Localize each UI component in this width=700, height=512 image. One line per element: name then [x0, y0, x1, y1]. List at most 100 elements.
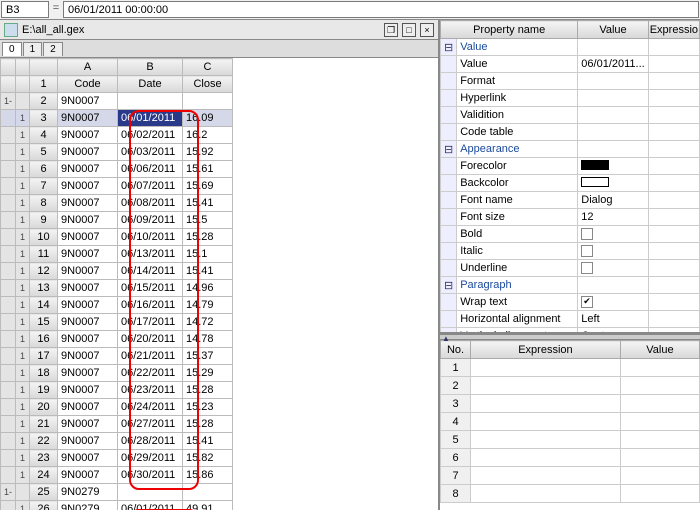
cell-code[interactable]: 9N0007	[58, 144, 118, 161]
cell-close[interactable]: 16.2	[183, 127, 233, 144]
cell-code[interactable]: 9N0007	[58, 348, 118, 365]
cell-code[interactable]: 9N0007	[58, 382, 118, 399]
maximize-window-icon[interactable]: □	[402, 23, 416, 37]
tree-cell[interactable]	[1, 399, 16, 416]
cell-date[interactable]: 06/24/2011	[118, 399, 183, 416]
prop-value[interactable]	[578, 260, 648, 277]
table-row[interactable]: 1179N000706/21/201115.37	[1, 348, 233, 365]
cell-code[interactable]: 9N0279	[58, 484, 118, 501]
cell-date[interactable]: 06/28/2011	[118, 433, 183, 450]
expr-cell[interactable]	[471, 359, 621, 377]
color-swatch[interactable]	[581, 160, 609, 170]
cell-date[interactable]: 06/02/2011	[118, 127, 183, 144]
tree-cell[interactable]	[1, 314, 16, 331]
tab-2[interactable]: 2	[43, 42, 63, 56]
cell-code[interactable]: 9N0007	[58, 297, 118, 314]
cell-date[interactable]: 06/06/2011	[118, 161, 183, 178]
prop-value[interactable]: Dialog	[578, 192, 648, 209]
cell-close[interactable]: 15.86	[183, 467, 233, 484]
row-header[interactable]: 13	[30, 280, 58, 297]
row-header[interactable]: 2	[30, 93, 58, 110]
row-header[interactable]: 22	[30, 433, 58, 450]
cell-close[interactable]	[183, 93, 233, 110]
row-header[interactable]: 7	[30, 178, 58, 195]
cell-code[interactable]: 9N0007	[58, 195, 118, 212]
cell-date[interactable]	[118, 484, 183, 501]
tree-cell[interactable]	[1, 212, 16, 229]
table-row[interactable]: 1239N000706/29/201115.82	[1, 450, 233, 467]
cell-close[interactable]: 14.96	[183, 280, 233, 297]
cell-reference-input[interactable]: B3	[1, 1, 49, 18]
cell-date[interactable]: 06/07/2011	[118, 178, 183, 195]
expand-icon[interactable]: ⊟	[441, 277, 457, 294]
tree-cell[interactable]	[1, 416, 16, 433]
row-header[interactable]: 15	[30, 314, 58, 331]
expr-cell[interactable]	[471, 413, 621, 431]
table-row[interactable]: 1189N000706/22/201115.29	[1, 365, 233, 382]
formula-input[interactable]: 06/01/2011 00:00:00	[63, 1, 699, 18]
expr-value-cell[interactable]	[620, 485, 699, 503]
cell-code[interactable]: 9N0279	[58, 501, 118, 511]
cell-date[interactable]: 06/29/2011	[118, 450, 183, 467]
prop-value[interactable]	[578, 73, 648, 90]
prop-expr[interactable]	[648, 226, 699, 243]
prop-value[interactable]: Left	[578, 311, 648, 328]
table-row[interactable]: 1159N000706/17/201114.72	[1, 314, 233, 331]
expand-icon[interactable]: ⊟	[441, 39, 457, 56]
restore-window-icon[interactable]: ❐	[384, 23, 398, 37]
table-row[interactable]: 189N000706/08/201115.41	[1, 195, 233, 212]
prop-value[interactable]	[578, 90, 648, 107]
tree-cell[interactable]	[1, 229, 16, 246]
expr-value-cell[interactable]	[620, 467, 699, 485]
cell-close[interactable]: 15.61	[183, 161, 233, 178]
cell-close[interactable]	[183, 484, 233, 501]
tree-cell[interactable]	[1, 450, 16, 467]
table-row[interactable]: 1169N000706/20/201114.78	[1, 331, 233, 348]
table-row[interactable]: 1119N000706/13/201115.1	[1, 246, 233, 263]
row-header[interactable]: 16	[30, 331, 58, 348]
cell-code[interactable]: 9N0007	[58, 212, 118, 229]
cell-date[interactable]: 06/27/2011	[118, 416, 183, 433]
cell-date[interactable]: 06/09/2011	[118, 212, 183, 229]
row-header[interactable]: 8	[30, 195, 58, 212]
checkbox[interactable]	[581, 262, 593, 274]
expression-panel[interactable]: No. Expression Value 12345678	[440, 340, 700, 510]
checkbox[interactable]	[581, 296, 593, 308]
table-row[interactable]: 199N000706/09/201115.5	[1, 212, 233, 229]
cell-date[interactable]: 06/22/2011	[118, 365, 183, 382]
cell-code[interactable]: 9N0007	[58, 110, 118, 127]
prop-value[interactable]	[578, 175, 648, 192]
expr-cell[interactable]	[471, 449, 621, 467]
properties-panel[interactable]: Property name Value Expressio ⊟ValueValu…	[440, 20, 700, 334]
row-header[interactable]: 6	[30, 161, 58, 178]
row-header[interactable]: 19	[30, 382, 58, 399]
tree-cell[interactable]	[1, 433, 16, 450]
row-header[interactable]: 20	[30, 399, 58, 416]
cell-date[interactable]: 06/14/2011	[118, 263, 183, 280]
expr-value-cell[interactable]	[620, 449, 699, 467]
tree-cell[interactable]	[1, 467, 16, 484]
tree-cell[interactable]	[1, 501, 16, 511]
cell-close[interactable]: 15.23	[183, 399, 233, 416]
cell-close[interactable]: 15.28	[183, 382, 233, 399]
cell-close[interactable]: 49.91	[183, 501, 233, 511]
cell-close[interactable]: 15.92	[183, 144, 233, 161]
cell-date[interactable]: 06/21/2011	[118, 348, 183, 365]
table-row[interactable]: 179N000706/07/201115.69	[1, 178, 233, 195]
cell-code[interactable]: 9N0007	[58, 365, 118, 382]
cell-date[interactable]: 06/01/2011	[118, 110, 183, 127]
cell-code[interactable]: 9N0007	[58, 178, 118, 195]
cell-close[interactable]: 15.5	[183, 212, 233, 229]
cell-date[interactable]: 06/16/2011	[118, 297, 183, 314]
cell-code[interactable]: 9N0007	[58, 161, 118, 178]
prop-value[interactable]: 06/01/2011...	[578, 56, 648, 73]
prop-expr[interactable]	[648, 175, 699, 192]
corner-header[interactable]	[30, 59, 58, 76]
cell-code[interactable]: 9N0007	[58, 93, 118, 110]
cell-date[interactable]: 06/23/2011	[118, 382, 183, 399]
tree-cell[interactable]	[1, 144, 16, 161]
table-row[interactable]: 1219N000706/27/201115.28	[1, 416, 233, 433]
table-row[interactable]: 1139N000706/15/201114.96	[1, 280, 233, 297]
row-header[interactable]: 18	[30, 365, 58, 382]
cell-code[interactable]: 9N0007	[58, 450, 118, 467]
